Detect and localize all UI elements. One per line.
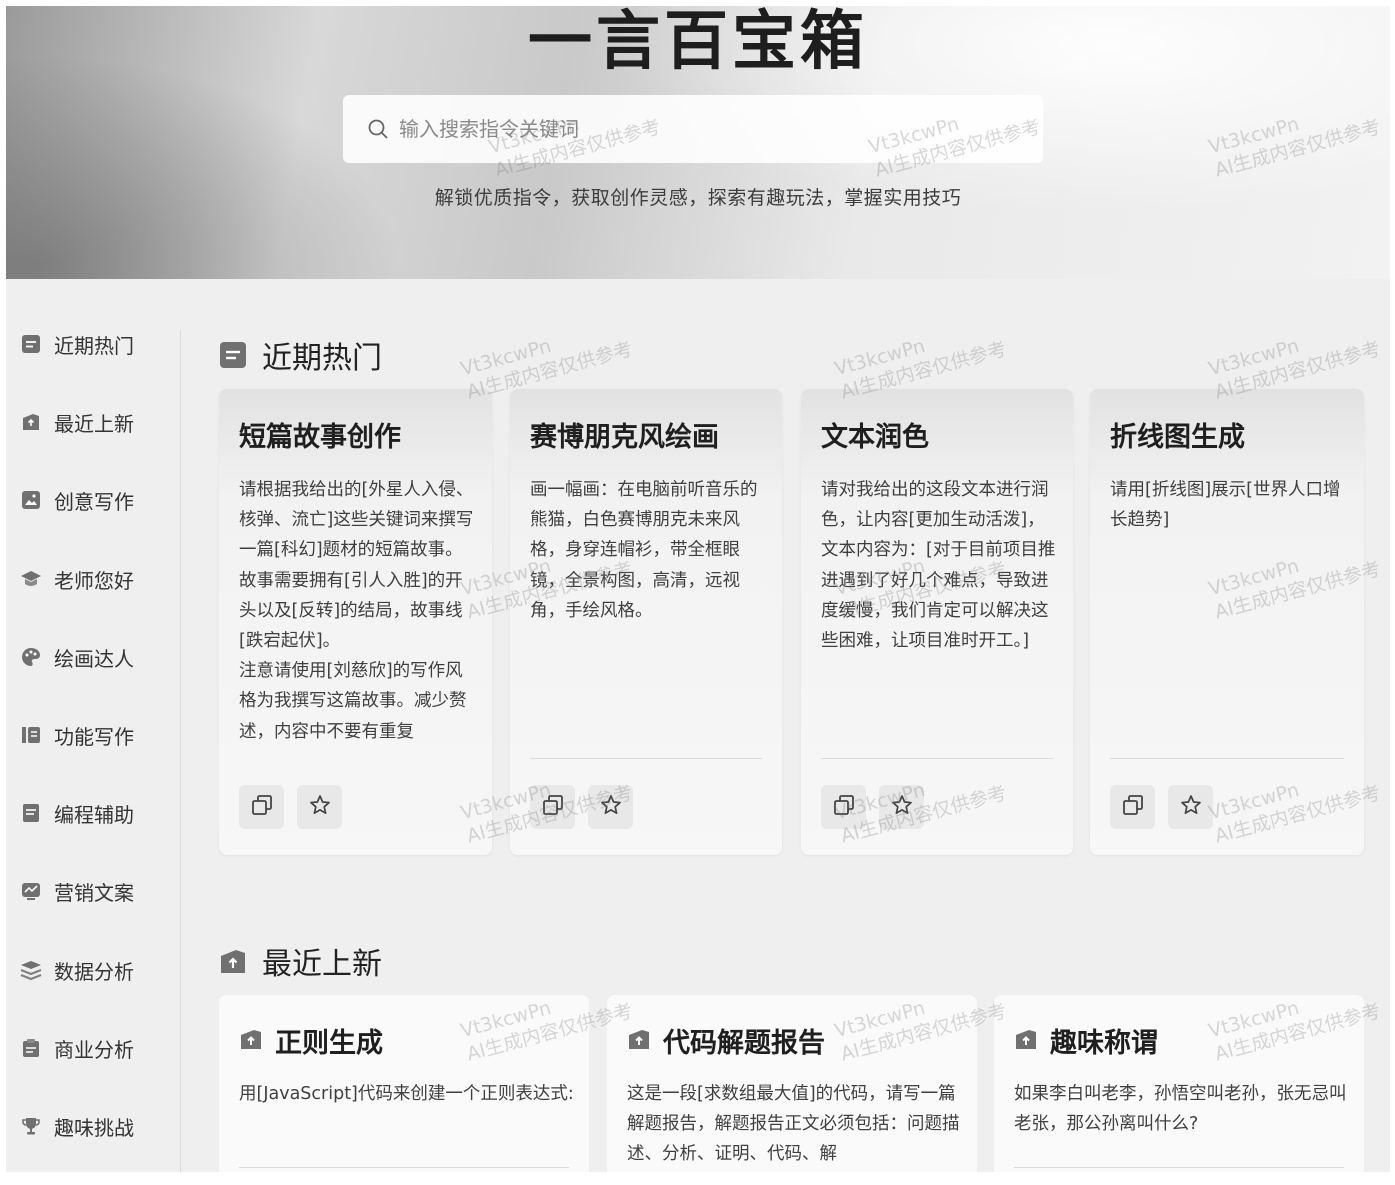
sidebar-item-functional-writing[interactable]: 功能写作 bbox=[20, 718, 134, 752]
section-title: 最近上新 bbox=[262, 947, 382, 982]
sidebar-item-label: 趣味挑战 bbox=[54, 1115, 134, 1140]
sidebar-item-programming[interactable]: 编程辅助 bbox=[20, 796, 134, 830]
search-icon bbox=[367, 118, 389, 140]
card-description: 请对我给出的这段文本进行润色，让内容[更加生动活泼]，文本内容为：[对于目前项目… bbox=[821, 480, 1056, 652]
card-description: 这是一段[求数组最大值]的代码，请写一篇解题报告，解题报告正文必须包括：问题描述… bbox=[627, 1084, 960, 1164]
section-heading-hot: 近期热门 bbox=[218, 333, 382, 377]
sidebar-item-label: 编程辅助 bbox=[54, 802, 134, 827]
new-box-icon bbox=[20, 411, 42, 433]
graduation-cap-icon bbox=[20, 568, 42, 590]
star-icon bbox=[891, 794, 913, 820]
copy-button[interactable] bbox=[821, 785, 866, 829]
new-box-icon bbox=[218, 946, 248, 976]
sidebar-item-business-analysis[interactable]: 商业分析 bbox=[20, 1031, 134, 1065]
card-divider bbox=[530, 758, 762, 759]
sidebar-item-label: 数据分析 bbox=[54, 959, 134, 984]
section-heading-new: 最近上新 bbox=[218, 939, 382, 983]
sidebar-item-label: 最近上新 bbox=[54, 411, 134, 436]
sidebar-item-fun-challenge[interactable]: 趣味挑战 bbox=[20, 1109, 134, 1143]
app-frame: 一言百宝箱 解锁优质指令，获取创作灵感，探索有趣玩法，掌握实用技巧 近期热门 最… bbox=[6, 6, 1390, 1172]
card-divider bbox=[1014, 1167, 1344, 1168]
copy-icon bbox=[542, 794, 564, 820]
copy-icon bbox=[251, 794, 273, 820]
sidebar-item-label: 近期热门 bbox=[54, 333, 134, 358]
layers-icon bbox=[20, 959, 42, 981]
card-divider bbox=[239, 1167, 569, 1168]
list-icon bbox=[218, 340, 248, 370]
sidebar-item-label: 老师您好 bbox=[54, 568, 134, 593]
chart-screen-icon bbox=[20, 880, 42, 902]
card-header: 代码解题报告 bbox=[627, 1021, 825, 1060]
sidebar-item-marketing[interactable]: 营销文案 bbox=[20, 874, 134, 908]
section-title: 近期热门 bbox=[262, 341, 382, 376]
prompt-card[interactable]: 趣味称谓 如果李白叫老李，孙悟空叫老孙，张无忌叫老张，那公孙离叫什么? bbox=[994, 995, 1364, 1172]
copy-button[interactable] bbox=[530, 785, 575, 829]
sidebar-item-data-analysis[interactable]: 数据分析 bbox=[20, 953, 134, 987]
card-title: 赛博朋克风绘画 bbox=[530, 422, 719, 453]
list-icon bbox=[20, 333, 42, 355]
copy-button[interactable] bbox=[239, 785, 284, 829]
favorite-button[interactable] bbox=[588, 785, 633, 829]
card-header: 正则生成 bbox=[239, 1021, 383, 1060]
sidebar-item-hot[interactable]: 近期热门 bbox=[20, 327, 134, 361]
palette-icon bbox=[20, 646, 42, 668]
favorite-button[interactable] bbox=[297, 785, 342, 829]
card-title: 正则生成 bbox=[275, 1028, 383, 1059]
new-box-icon bbox=[239, 1027, 263, 1055]
favorite-button[interactable] bbox=[879, 785, 924, 829]
sidebar-item-label: 创意写作 bbox=[54, 489, 134, 514]
card-title: 趣味称谓 bbox=[1050, 1028, 1158, 1059]
search-input[interactable] bbox=[399, 117, 999, 141]
star-icon bbox=[600, 794, 622, 820]
card-title: 代码解题报告 bbox=[663, 1028, 825, 1059]
star-icon bbox=[309, 794, 331, 820]
hero-tagline: 解锁优质指令，获取创作灵感，探索有趣玩法，掌握实用技巧 bbox=[434, 187, 962, 209]
star-icon bbox=[1180, 794, 1202, 820]
card-divider bbox=[821, 758, 1053, 759]
app-title: 一言百宝箱 bbox=[528, 6, 868, 79]
prompt-card[interactable]: 文本润色 请对我给出的这段文本进行润色，让内容[更加生动活泼]，文本内容为：[对… bbox=[801, 389, 1073, 855]
code-list-icon bbox=[20, 802, 42, 824]
sidebar-divider bbox=[180, 330, 181, 1172]
card-title: 折线图生成 bbox=[1110, 422, 1245, 453]
copy-icon bbox=[833, 794, 855, 820]
card-description: 如果李白叫老李，孙悟空叫老孙，张无忌叫老张，那公孙离叫什么? bbox=[1014, 1084, 1347, 1134]
document-icon bbox=[20, 724, 42, 746]
copy-icon bbox=[1122, 794, 1144, 820]
sidebar-item-creative-writing[interactable]: 创意写作 bbox=[20, 483, 134, 517]
card-description: 请根据我给出的[外星人入侵、核弹、流亡]这些关键词来撰写一篇[科幻]题材的短篇故… bbox=[239, 480, 474, 742]
clipboard-icon bbox=[20, 1037, 42, 1059]
favorite-button[interactable] bbox=[1168, 785, 1213, 829]
sidebar-item-label: 营销文案 bbox=[54, 880, 134, 905]
sidebar-item-label: 功能写作 bbox=[54, 724, 134, 749]
card-header: 趣味称谓 bbox=[1014, 1021, 1158, 1060]
card-description: 画一幅画：在电脑前听音乐的熊猫，白色赛博朋克未来风格，身穿连帽衫，带全框眼镜，全… bbox=[530, 480, 758, 621]
sidebar-item-painting[interactable]: 绘画达人 bbox=[20, 640, 134, 674]
card-divider bbox=[1110, 758, 1344, 759]
prompt-card[interactable]: 短篇故事创作 请根据我给出的[外星人入侵、核弹、流亡]这些关键词来撰写一篇[科幻… bbox=[219, 389, 492, 855]
card-title: 短篇故事创作 bbox=[239, 422, 401, 453]
trophy-icon bbox=[20, 1115, 42, 1137]
new-box-icon bbox=[1014, 1027, 1038, 1055]
copy-button[interactable] bbox=[1110, 785, 1155, 829]
search-bar[interactable] bbox=[343, 95, 1043, 163]
hero-banner: 一言百宝箱 解锁优质指令，获取创作灵感，探索有趣玩法，掌握实用技巧 bbox=[6, 6, 1390, 279]
sidebar-item-teacher[interactable]: 老师您好 bbox=[20, 562, 134, 596]
prompt-card[interactable]: 代码解题报告 这是一段[求数组最大值]的代码，请写一篇解题报告，解题报告正文必须… bbox=[607, 995, 977, 1172]
prompt-card[interactable]: 赛博朋克风绘画 画一幅画：在电脑前听音乐的熊猫，白色赛博朋克未来风格，身穿连帽衫… bbox=[510, 389, 782, 855]
prompt-card[interactable]: 折线图生成 请用[折线图]展示[世界人口增长趋势] bbox=[1090, 389, 1364, 855]
sidebar-item-label: 商业分析 bbox=[54, 1037, 134, 1062]
card-description: 请用[折线图]展示[世界人口增长趋势] bbox=[1110, 480, 1341, 531]
sidebar-item-new[interactable]: 最近上新 bbox=[20, 405, 134, 439]
card-description: 用[JavaScript]代码来创建一个正则表达式: bbox=[239, 1084, 574, 1104]
image-icon bbox=[20, 489, 42, 511]
new-box-icon bbox=[627, 1027, 651, 1055]
sidebar-item-label: 绘画达人 bbox=[54, 646, 134, 671]
card-title: 文本润色 bbox=[821, 422, 929, 453]
prompt-card[interactable]: 正则生成 用[JavaScript]代码来创建一个正则表达式: bbox=[219, 995, 589, 1172]
